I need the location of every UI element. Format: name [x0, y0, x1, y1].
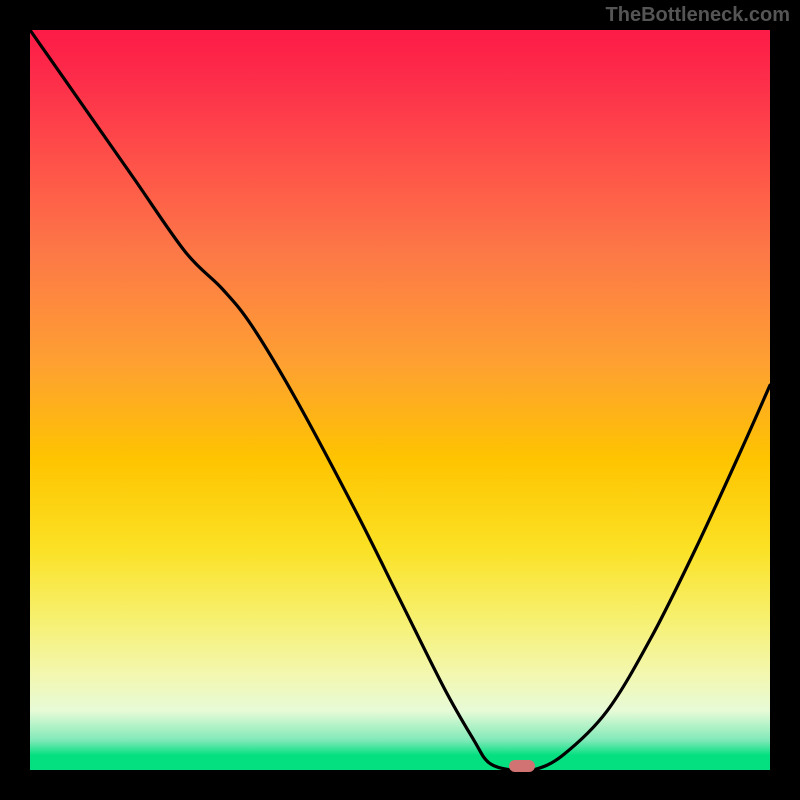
bottleneck-curve — [30, 30, 770, 770]
plot-area — [30, 30, 770, 770]
chart-frame: TheBottleneck.com — [0, 0, 800, 800]
watermark-text: TheBottleneck.com — [606, 4, 790, 27]
curve-path — [30, 30, 770, 771]
optimal-point-marker — [509, 760, 535, 772]
